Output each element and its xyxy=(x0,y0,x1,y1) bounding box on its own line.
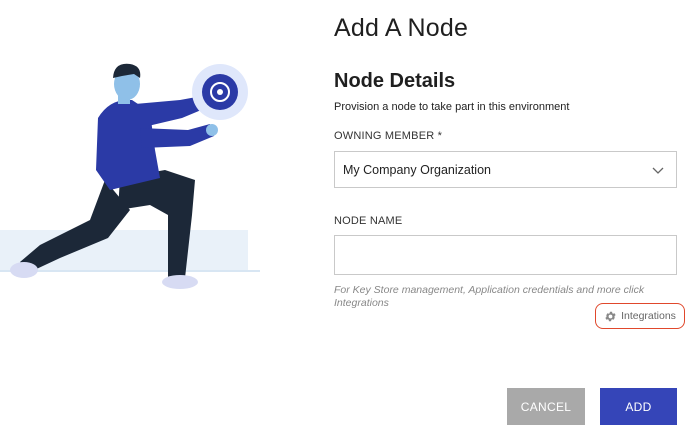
gear-icon xyxy=(605,311,616,321)
node-name-label: NODE NAME xyxy=(334,215,403,227)
chevron-down-icon xyxy=(652,167,664,174)
owning-member-value: My Company Organization xyxy=(343,162,491,177)
cancel-button[interactable]: CANCEL xyxy=(507,388,585,425)
integrations-label: Integrations xyxy=(621,310,676,322)
add-node-form: Add A Node Node Details Provision a node… xyxy=(334,0,685,441)
owning-member-label: OWNING MEMBER * xyxy=(334,130,443,142)
node-illustration xyxy=(0,63,260,289)
section-description: Provision a node to take part in this en… xyxy=(334,101,570,113)
owning-member-select[interactable]: My Company Organization xyxy=(334,151,677,188)
back-shoe xyxy=(10,262,38,278)
add-button[interactable]: ADD xyxy=(600,388,677,425)
hand-bottom xyxy=(206,124,218,136)
front-shoe xyxy=(162,275,198,289)
integrations-button[interactable]: Integrations xyxy=(595,303,685,329)
modal-title: Add A Node xyxy=(334,14,469,42)
section-title: Node Details xyxy=(334,70,456,92)
node-name-input[interactable] xyxy=(334,235,677,275)
disc-center xyxy=(217,89,223,95)
floor-line xyxy=(0,270,260,272)
